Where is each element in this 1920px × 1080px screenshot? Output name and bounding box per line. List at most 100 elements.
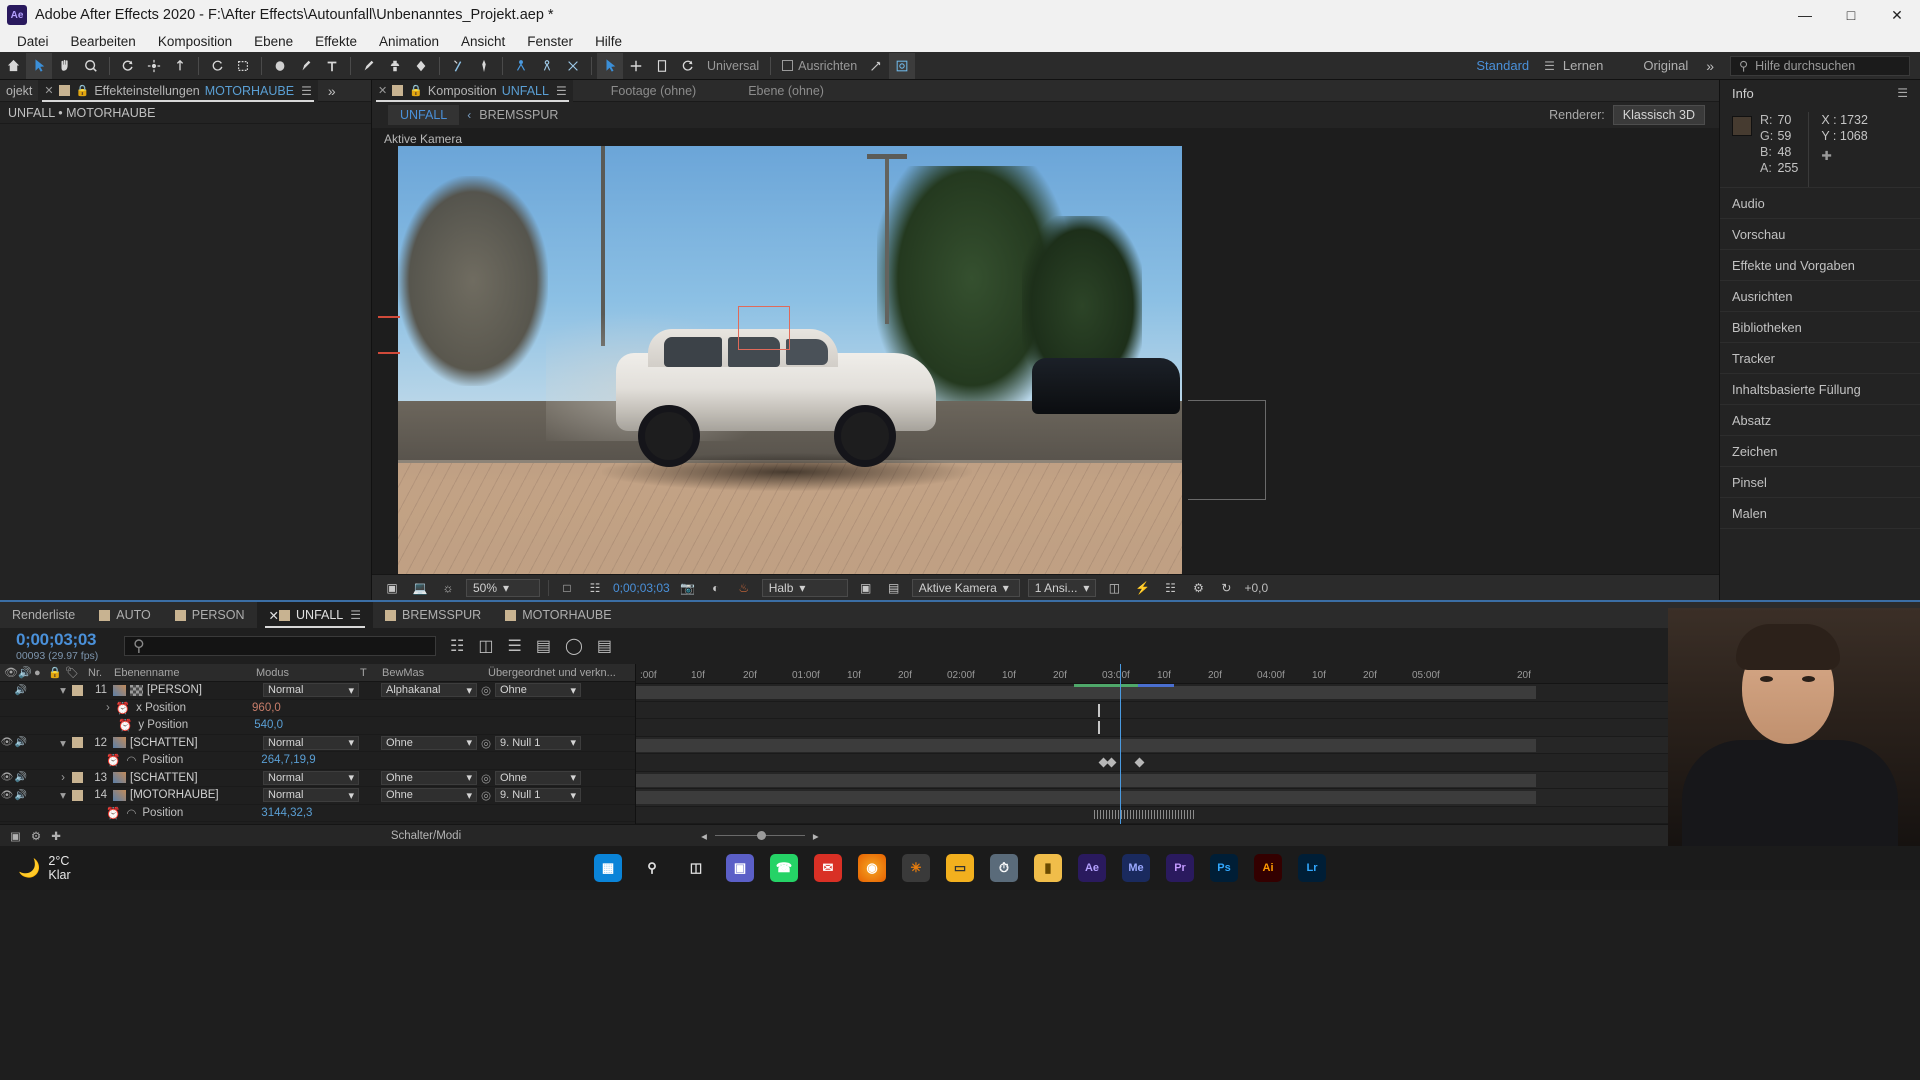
video-toggle[interactable]: 👁: [0, 737, 14, 748]
workspace-overflow-icon[interactable]: »: [1696, 58, 1724, 74]
panel-item-absatz[interactable]: Absatz: [1720, 405, 1920, 436]
panel-item-inhaltsbasierte-fuellung[interactable]: Inhaltsbasierte Füllung: [1720, 374, 1920, 405]
property-row[interactable]: › ⏰ x Position 960,0: [0, 700, 635, 717]
panel-item-bibliotheken[interactable]: Bibliotheken: [1720, 312, 1920, 343]
tab-person[interactable]: PERSON: [163, 602, 257, 628]
panel-item-zeichen[interactable]: Zeichen: [1720, 436, 1920, 467]
close-button[interactable]: ✕: [1874, 0, 1920, 30]
property-row[interactable]: ⏰ y Position 540,0: [0, 717, 635, 735]
layer-label-color[interactable]: [72, 684, 83, 696]
camera-orbit-tool-icon[interactable]: [597, 52, 623, 79]
layer-name-cell[interactable]: [MOTORHAUBE]: [113, 789, 263, 801]
zoom-knob[interactable]: [756, 831, 766, 840]
tab-motorhaube[interactable]: MOTORHAUBE: [493, 602, 623, 628]
menu-item-komposition[interactable]: Komposition: [147, 32, 243, 51]
renderer-value[interactable]: Klassisch 3D: [1612, 105, 1705, 125]
layer-label-color[interactable]: [72, 737, 83, 749]
show-snapshot-icon[interactable]: ◐: [706, 579, 726, 597]
zoom-track[interactable]: [714, 831, 805, 840]
parent-select[interactable]: Ohne ▾: [495, 683, 581, 698]
tab-projekt[interactable]: ojekt: [0, 80, 38, 102]
table-row[interactable]: 👁 🔊 › 13 [SCHATTEN] Normal ▾ Ohne ▾ ◎ Oh…: [0, 770, 635, 787]
track-matte-select[interactable]: Ohne ▾: [381, 735, 477, 750]
blender-app[interactable]: ✳: [902, 854, 930, 882]
property-value[interactable]: 3144,32,3: [261, 807, 312, 819]
panel-item-malen[interactable]: Malen: [1720, 498, 1920, 529]
panel-menu-icon[interactable]: ☰: [350, 608, 361, 622]
puppet-bend-pin-icon[interactable]: [560, 53, 586, 79]
workspace-lernen[interactable]: Lernen: [1555, 58, 1611, 73]
shape-tool-icon[interactable]: [204, 53, 230, 79]
blend-mode-select[interactable]: Normal ▾: [263, 683, 359, 698]
keyframe-diamond[interactable]: [1134, 757, 1145, 768]
panel-item-effekte-und-vorgaben[interactable]: Effekte und Vorgaben: [1720, 250, 1920, 281]
expand-triangle-icon[interactable]: ▾: [56, 683, 70, 697]
panel-item-vorschau[interactable]: Vorschau: [1720, 219, 1920, 250]
tab-unfall[interactable]: ✕ UNFALL ☰: [256, 602, 374, 628]
menu-item-datei[interactable]: Datei: [6, 32, 60, 51]
stopwatch-icon[interactable]: ⏰: [118, 718, 132, 732]
composition-viewer[interactable]: Aktive Kamera: [372, 128, 1719, 574]
graph-icon[interactable]: ◠: [126, 806, 136, 820]
search-button[interactable]: ⚲: [638, 854, 666, 882]
panel-menu-icon[interactable]: ☰: [1897, 86, 1908, 100]
menu-item-ansicht[interactable]: Ansicht: [450, 32, 516, 51]
current-time-display[interactable]: 0;00;03;03 00093 (29.97 fps): [0, 630, 118, 662]
3d-glasses-icon[interactable]: ☼: [438, 579, 458, 597]
pixel-aspect-icon[interactable]: ◫: [1104, 579, 1124, 597]
selection-tool-icon[interactable]: [26, 52, 52, 79]
property-value[interactable]: 264,7,19,9: [261, 754, 315, 766]
teams-app[interactable]: ▣: [726, 854, 754, 882]
close-icon[interactable]: ✕: [269, 608, 279, 623]
layer-label-color[interactable]: [72, 789, 83, 801]
anchor-point-tool-icon[interactable]: [167, 53, 193, 79]
video-toggle[interactable]: 👁: [0, 790, 14, 801]
panel-item-audio[interactable]: Audio: [1720, 188, 1920, 219]
switches-modes-toggle[interactable]: Schalter/Modi: [391, 830, 461, 842]
keyframe-cluster[interactable]: [1094, 809, 1194, 819]
frame-blending-icon[interactable]: ▤: [536, 636, 551, 656]
motion-blur-footer-icon[interactable]: ✚: [41, 829, 61, 843]
tab-komposition[interactable]: ✕ 🔒 Komposition UNFALL ☰: [372, 79, 573, 102]
layer-name-cell[interactable]: [SCHATTEN]: [113, 737, 263, 749]
close-icon[interactable]: ✕: [378, 84, 387, 97]
always-preview-icon[interactable]: ▣: [382, 579, 402, 597]
panel-item-tracker[interactable]: Tracker: [1720, 343, 1920, 374]
comp-flowchart-icon[interactable]: ⚙: [1188, 579, 1208, 597]
maximize-button[interactable]: □: [1828, 0, 1874, 30]
exposure-offset-value[interactable]: +0,0: [1244, 581, 1268, 595]
layer-duration-bar[interactable]: [636, 738, 1536, 752]
panel-menu-icon[interactable]: ☰: [301, 84, 312, 98]
hand-tool-icon[interactable]: [52, 53, 78, 79]
snapping-arrow-icon[interactable]: [863, 53, 889, 79]
comp-frame-icon[interactable]: ▣: [0, 829, 21, 843]
layer-duration-bar[interactable]: [636, 773, 1536, 787]
layer-duration-bar[interactable]: [636, 686, 1536, 699]
table-row[interactable]: 👁 🔊 ▾ 12 [SCHATTEN] Normal ▾ Ohne ▾ ◎ 9.…: [0, 735, 635, 752]
menu-item-fenster[interactable]: Fenster: [516, 32, 584, 51]
text-tool-icon[interactable]: [319, 53, 345, 79]
views-count-select[interactable]: 1 Ansi... ▾: [1027, 578, 1097, 597]
parent-select[interactable]: Ohne ▾: [495, 770, 581, 785]
weather-widget[interactable]: 🌙 2°C Klar: [0, 854, 71, 882]
graph-icon[interactable]: ◠: [126, 753, 136, 767]
puppet-position-pin-icon[interactable]: [508, 53, 534, 79]
layer-label-color[interactable]: [72, 772, 83, 784]
expand-arrow-icon[interactable]: ›: [106, 702, 110, 714]
tab-bremsspur[interactable]: BREMSSPUR: [373, 602, 493, 628]
expand-triangle-icon[interactable]: ›: [56, 772, 70, 784]
layer-duration-bar[interactable]: [636, 791, 1536, 804]
brush-tool-icon[interactable]: [356, 53, 382, 79]
zoom-in-icon[interactable]: ▸: [813, 829, 819, 843]
property-value[interactable]: 960,0: [252, 702, 281, 714]
toggle-switches-icon[interactable]: ⚙: [21, 829, 41, 843]
viewer-timecode[interactable]: 0;00;03;03: [613, 581, 670, 595]
resolution-select[interactable]: Halb ▾: [761, 578, 848, 597]
track-matte-select[interactable]: Ohne ▾: [381, 770, 477, 785]
close-icon[interactable]: ✕: [44, 84, 53, 97]
table-row[interactable]: 👁 🔊 ▾ 14 [MOTORHAUBE] Normal ▾ Ohne ▾ ◎ …: [0, 787, 635, 805]
layer-name-cell[interactable]: [SCHATTEN]: [113, 772, 263, 784]
folder-app[interactable]: ▮: [1034, 854, 1062, 882]
mail-app[interactable]: ✉: [814, 854, 842, 882]
face-tracking-icon[interactable]: [889, 52, 916, 79]
